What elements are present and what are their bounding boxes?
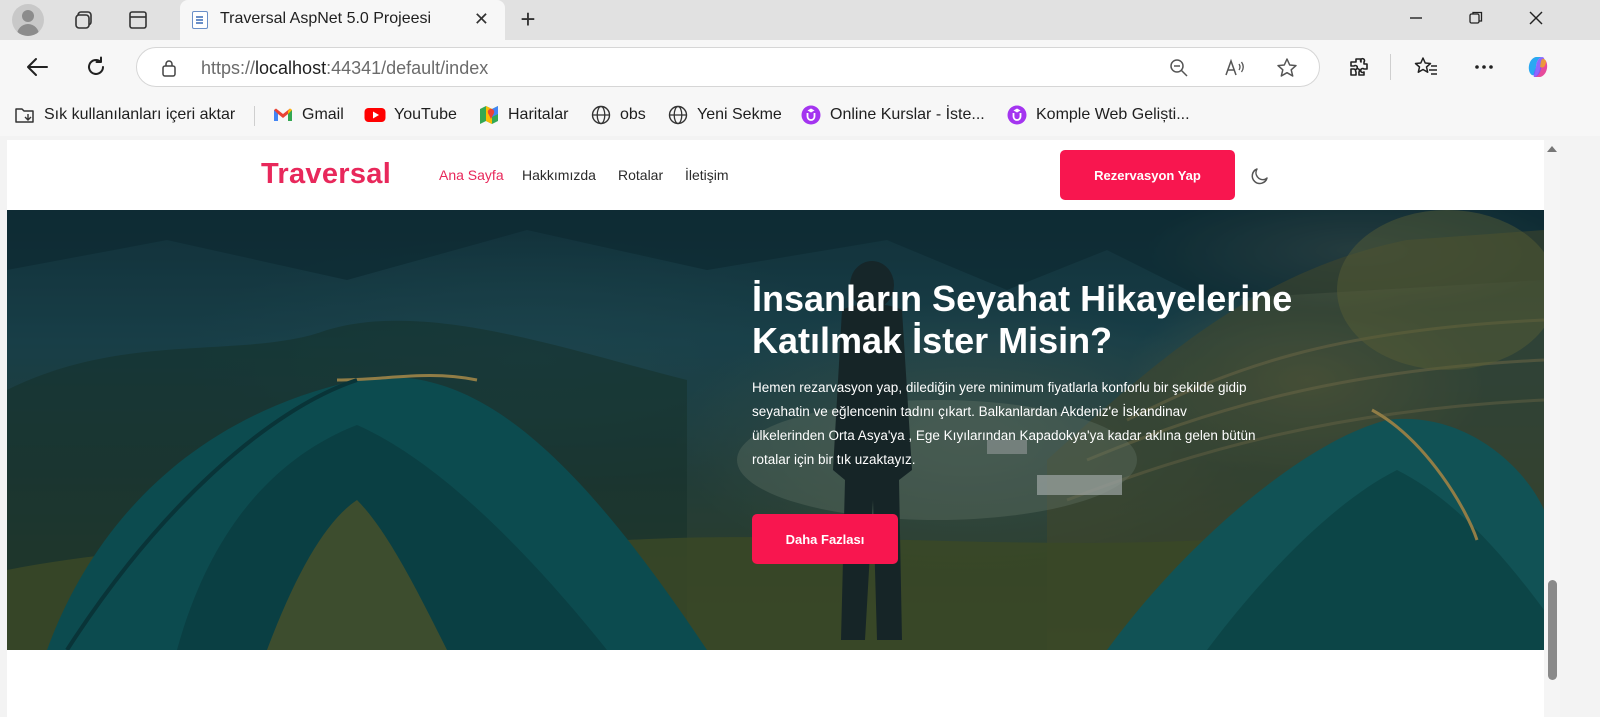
favorites-icon[interactable] xyxy=(1412,53,1440,81)
more-button[interactable]: Daha Fazlası xyxy=(752,514,898,564)
bookmark-youtube[interactable]: YouTube xyxy=(364,104,457,126)
udemy-icon xyxy=(800,105,822,125)
workspaces-icon[interactable] xyxy=(70,6,98,34)
bookmarks-bar: Sık kullanılanları içeri aktar Gmail You… xyxy=(0,94,1600,136)
hero-section: İnsanların Seyahat Hikayelerine Katılmak… xyxy=(7,210,1544,650)
globe-icon xyxy=(667,105,689,125)
bookmark-haritalar[interactable]: Haritalar xyxy=(478,104,568,126)
favorite-star-icon[interactable] xyxy=(1275,56,1299,80)
page-scrollbar[interactable] xyxy=(1544,140,1560,717)
maps-icon xyxy=(478,105,500,125)
scrollbar-thumb[interactable] xyxy=(1548,580,1557,680)
reservation-button[interactable]: Rezervasyon Yap xyxy=(1060,150,1235,200)
tab-close-icon[interactable]: ✕ xyxy=(474,9,489,29)
address-bar[interactable]: https://localhost:44341/default/index xyxy=(136,47,1320,87)
gmail-icon xyxy=(272,105,294,125)
page-favicon-icon xyxy=(192,11,208,29)
udemy-icon xyxy=(1006,105,1028,125)
site-logo[interactable]: Traversal xyxy=(261,158,391,191)
nav-link-iletisim[interactable]: İletişim xyxy=(685,167,729,183)
back-icon[interactable] xyxy=(22,52,52,82)
import-favorites-icon xyxy=(14,105,36,125)
window-edge xyxy=(1560,140,1600,717)
new-tab-button[interactable]: + xyxy=(514,6,542,34)
nav-link-ana-sayfa[interactable]: Ana Sayfa xyxy=(439,167,504,183)
hero-description: Hemen rezarvasyon yap, dilediğin yere mi… xyxy=(752,380,1256,467)
hero-title: İnsanların Seyahat Hikayelerine Katılmak… xyxy=(752,278,1293,361)
page-viewport: Traversal Ana Sayfa Hakkımızda Rotalar İ… xyxy=(7,140,1544,717)
browser-window: Traversal AspNet 5.0 Projeesi ✕ + https:… xyxy=(0,0,1600,717)
globe-icon xyxy=(590,105,612,125)
restore-icon[interactable] xyxy=(1446,0,1506,36)
browser-toolbar: https://localhost:44341/default/index xyxy=(0,40,1600,94)
bookmark-komple-web[interactable]: Komple Web Geliști... xyxy=(1006,104,1190,126)
extensions-icon[interactable] xyxy=(1345,53,1373,81)
bookmark-obs[interactable]: obs xyxy=(590,104,646,126)
minimize-icon[interactable] xyxy=(1386,0,1446,36)
bookmark-yeni-sekme[interactable]: Yeni Sekme xyxy=(667,104,782,126)
copilot-icon[interactable] xyxy=(1524,53,1552,81)
tab-actions-icon[interactable] xyxy=(124,6,152,34)
nav-link-hakkimizda[interactable]: Hakkımızda xyxy=(522,167,596,183)
site-header: Traversal Ana Sayfa Hakkımızda Rotalar İ… xyxy=(7,140,1544,210)
read-aloud-icon[interactable] xyxy=(1223,56,1247,80)
bookmark-import-favorites[interactable]: Sık kullanılanları içeri aktar xyxy=(14,104,235,126)
tab-title: Traversal AspNet 5.0 Projeesi xyxy=(220,10,432,27)
bookmark-gmail[interactable]: Gmail xyxy=(272,104,344,126)
profile-avatar[interactable] xyxy=(12,4,44,36)
url-text[interactable]: https://localhost:44341/default/index xyxy=(201,58,488,79)
bookmarks-separator xyxy=(254,106,255,126)
lock-icon[interactable] xyxy=(161,59,177,82)
more-options-icon[interactable] xyxy=(1470,53,1498,81)
tab-strip: Traversal AspNet 5.0 Projeesi ✕ + xyxy=(0,0,1600,40)
bookmark-online-kurslar[interactable]: Online Kurslar - İste... xyxy=(800,104,985,126)
zoom-icon[interactable] xyxy=(1167,56,1191,80)
toolbar-separator xyxy=(1390,54,1391,80)
tab-active[interactable]: Traversal AspNet 5.0 Projeesi ✕ xyxy=(180,0,505,40)
youtube-icon xyxy=(364,105,386,125)
nav-link-rotalar[interactable]: Rotalar xyxy=(618,167,663,183)
close-window-icon[interactable] xyxy=(1506,0,1566,36)
refresh-icon[interactable] xyxy=(81,52,111,82)
moon-icon[interactable] xyxy=(1250,166,1270,191)
scroll-up-arrow-icon[interactable] xyxy=(1547,146,1557,152)
